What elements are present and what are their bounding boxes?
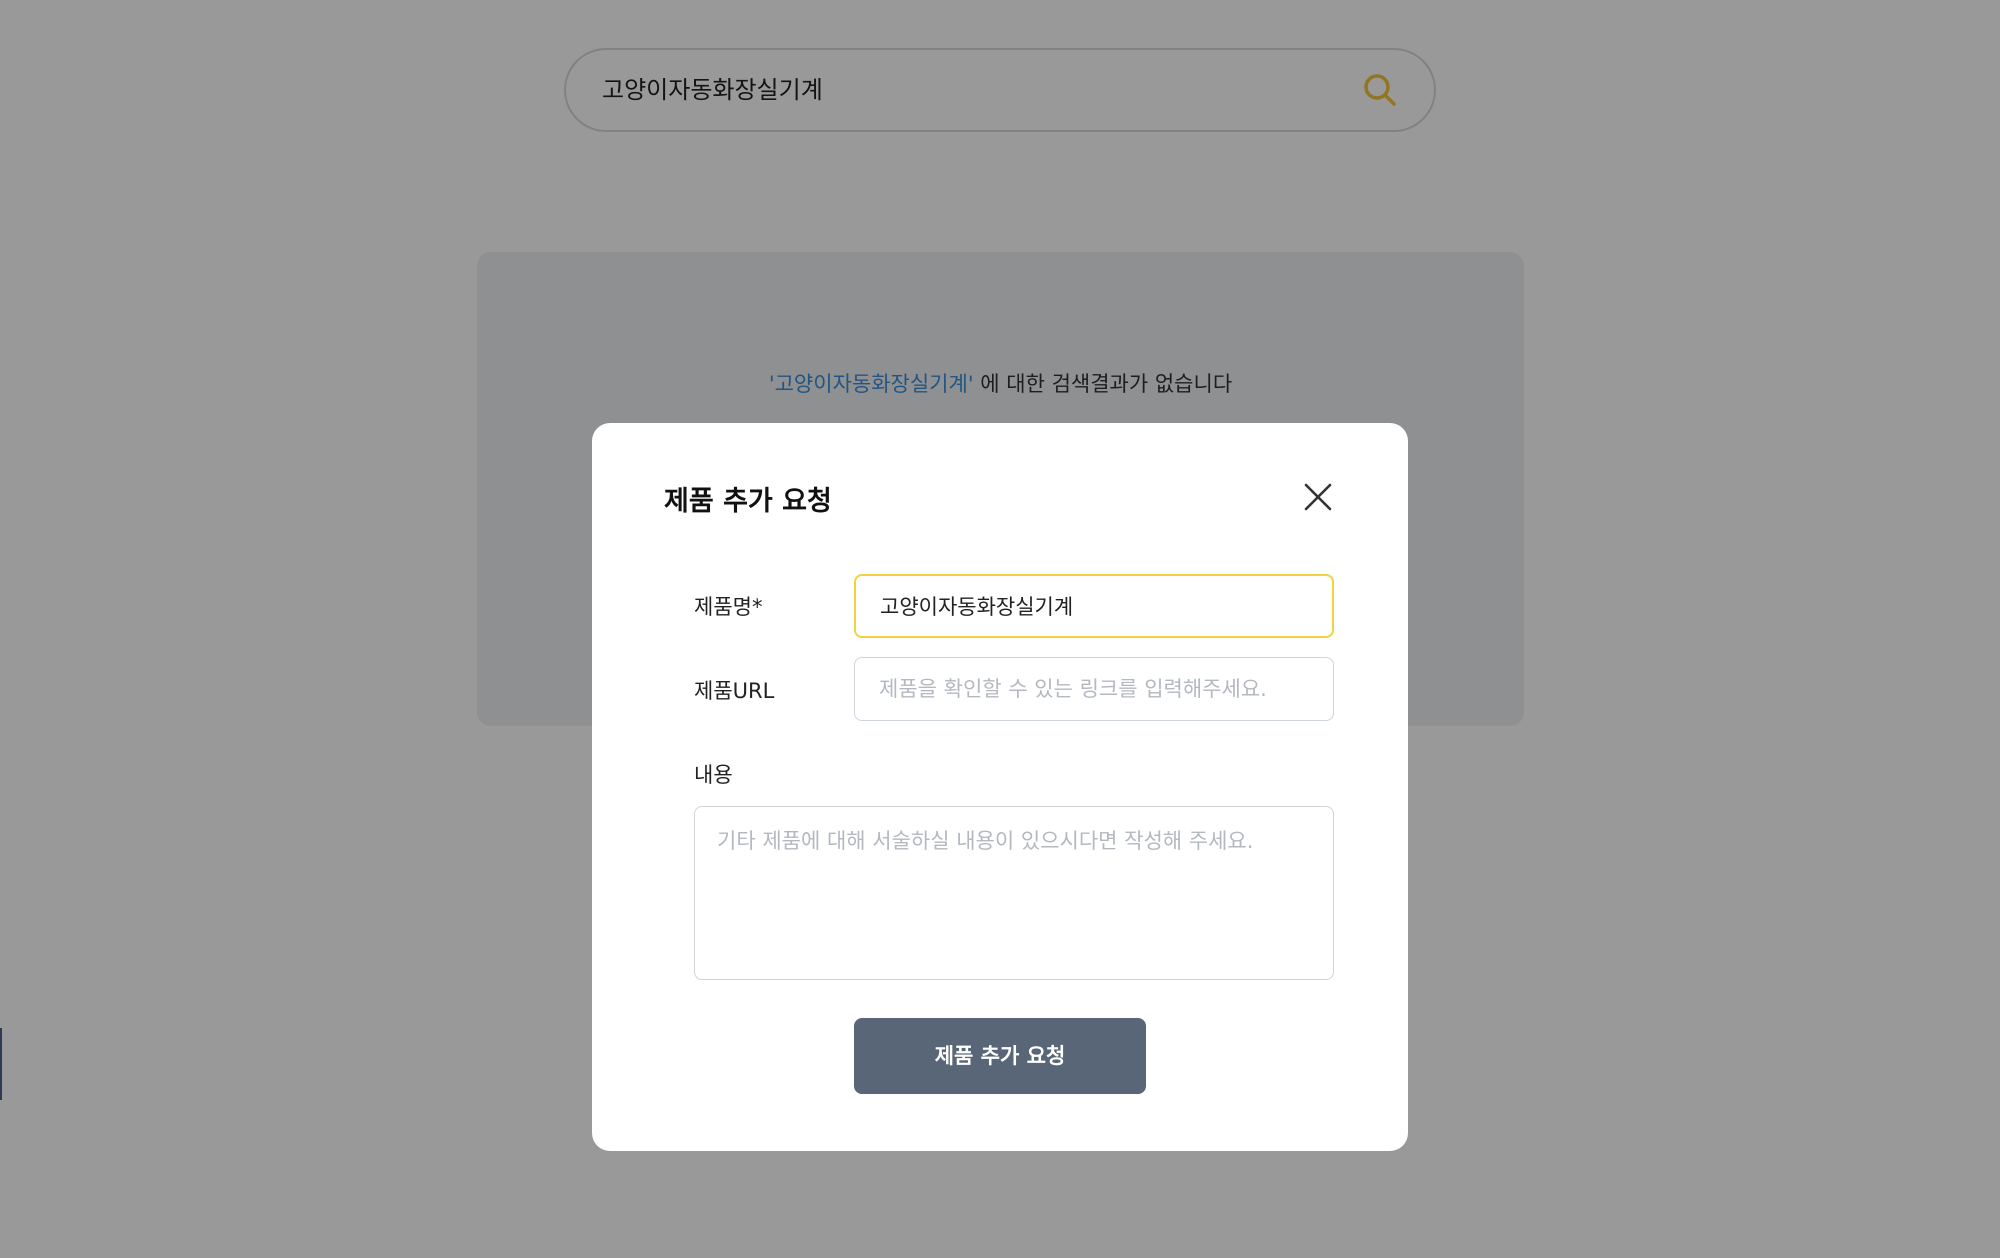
product-name-input[interactable]: 고양이자동화장실기계 (854, 574, 1334, 638)
page: 고양이자동화장실기계 '고양이자동화장실기계' 에 대한 검색결과가 없습니다 … (0, 0, 2000, 1258)
close-button[interactable] (1298, 477, 1338, 517)
content-label: 내용 (694, 763, 733, 787)
submit-request-button[interactable]: 제품 추가 요청 (854, 1018, 1146, 1094)
product-url-input[interactable]: 제품을 확인할 수 있는 링크를 입력해주세요. (854, 657, 1334, 721)
add-product-request-modal: 제품 추가 요청 제품명* 고양이자동화장실기계 제품URL 제품을 확인할 수… (592, 423, 1408, 1151)
product-name-label: 제품명* (694, 595, 763, 619)
left-edge-marker (0, 1028, 2, 1100)
product-url-placeholder: 제품을 확인할 수 있는 링크를 입력해주세요. (879, 677, 1267, 701)
content-placeholder: 기타 제품에 대해 서술하실 내용이 있으시다면 작성해 주세요. (717, 829, 1254, 853)
product-url-label: 제품URL (694, 679, 775, 703)
product-name-value: 고양이자동화장실기계 (880, 595, 1074, 619)
modal-title: 제품 추가 요청 (664, 486, 832, 517)
close-icon[interactable] (1298, 483, 1338, 521)
content-textarea[interactable]: 기타 제품에 대해 서술하실 내용이 있으시다면 작성해 주세요. (694, 806, 1334, 980)
